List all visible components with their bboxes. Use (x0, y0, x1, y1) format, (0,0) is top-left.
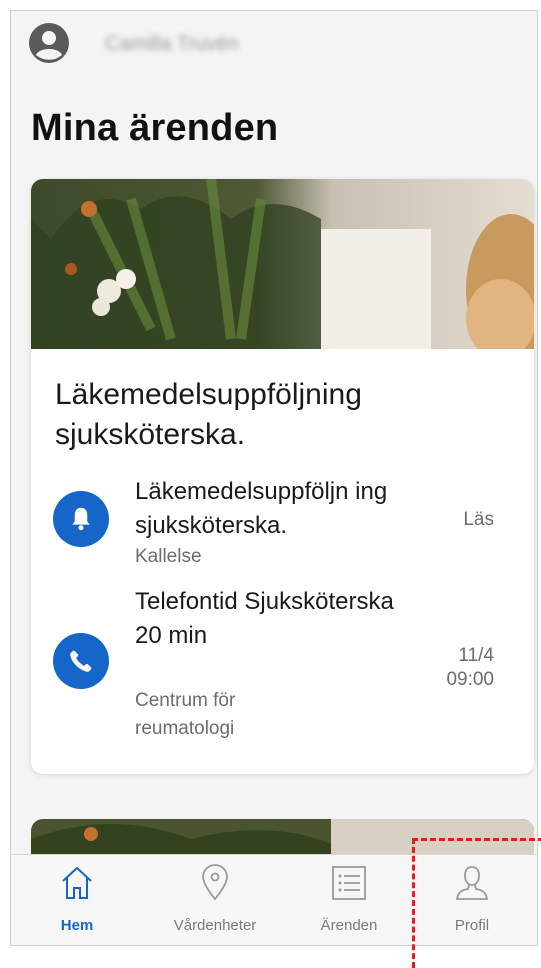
card-image (31, 179, 534, 364)
case-card[interactable]: Läkemedelsuppföljning sjuksköterska. Läk… (31, 179, 534, 774)
top-bar: Camilla Truvén (11, 11, 537, 81)
list-item-phone-appointment[interactable]: Telefontid Sjuksköterska 20 min Centrum … (31, 581, 534, 751)
tab-label: Ärenden (320, 917, 378, 934)
user-avatar-icon[interactable] (29, 23, 69, 63)
item-subtitle: Kallelse (135, 546, 202, 567)
tab-label: Vårdenheter (173, 917, 257, 934)
tab-label: Hem (60, 917, 94, 934)
list-icon (332, 866, 366, 900)
item-title: Telefontid Sjuksköterska 20 min (135, 588, 394, 649)
username: Camilla Truvén (105, 33, 239, 55)
item-status: Läs (463, 509, 494, 530)
location-pin-icon (202, 864, 228, 901)
card-title: Läkemedelsuppföljning sjuksköterska. (55, 378, 362, 451)
item-title: Läkemedelsuppföljn ing sjuksköterska. (135, 478, 388, 539)
bell-icon (53, 491, 109, 547)
tab-vardenheter[interactable]: Vårdenheter (149, 855, 281, 945)
item-subtitle: Centrum för reumatologi (135, 690, 236, 739)
phone-screen: Camilla Truvén Mina ärenden Läkemedelsup… (10, 10, 538, 946)
item-time: 09:00 (446, 669, 494, 690)
page-title: Mina ärenden (31, 107, 279, 149)
list-item-notice[interactable]: Läkemedelsuppföljn ing sjuksköterska. Ka… (31, 471, 534, 571)
home-icon (62, 866, 92, 899)
tab-hem[interactable]: Hem (11, 855, 143, 945)
item-date: 11/4 (458, 645, 494, 666)
phone-icon (53, 633, 109, 689)
tab-arenden[interactable]: Ärenden (283, 855, 415, 945)
